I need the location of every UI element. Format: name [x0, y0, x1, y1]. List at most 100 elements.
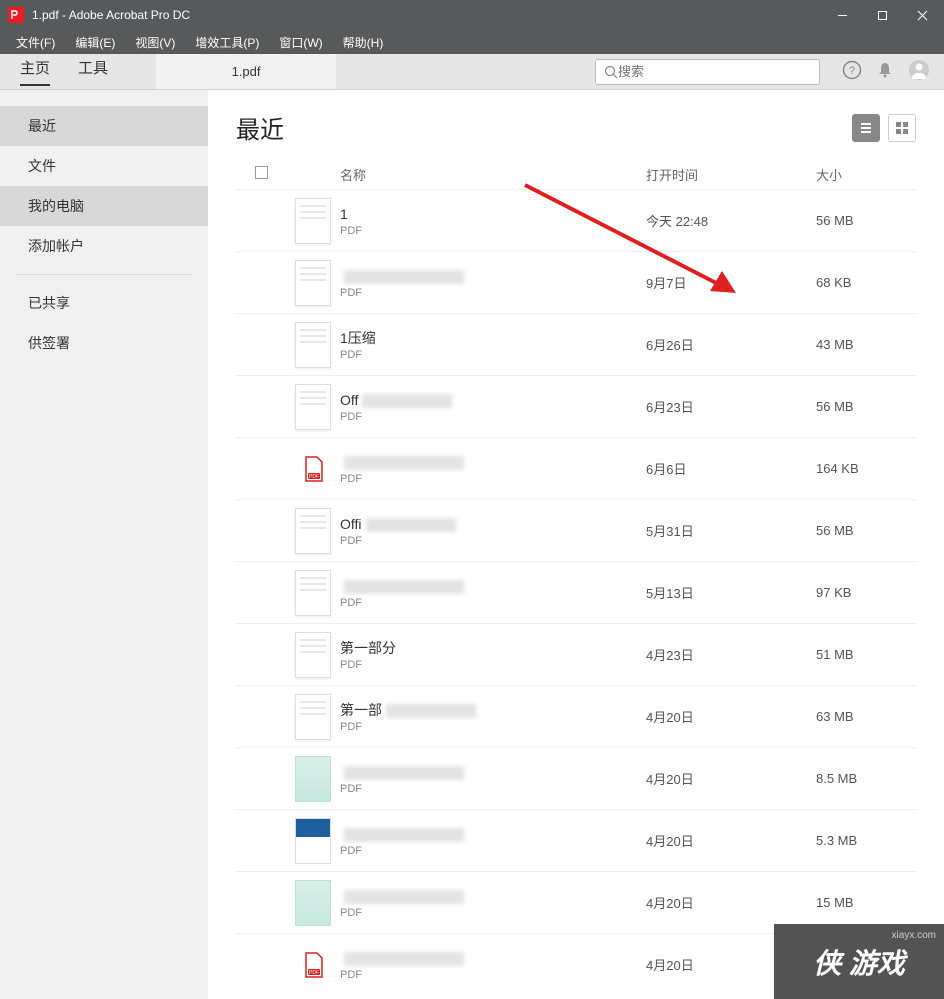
search-icon [604, 65, 618, 79]
file-date: 6月23日 [646, 397, 816, 416]
menu-edit[interactable]: 编辑(E) [65, 32, 125, 53]
file-type: PDF [340, 225, 646, 237]
tab-home[interactable]: 主页 [20, 57, 50, 86]
file-thumbnail [286, 632, 340, 678]
file-name: Offi [340, 515, 646, 533]
file-name: 第一部分 [340, 639, 646, 657]
watermark-text: 侠 游戏 [813, 942, 905, 982]
menu-view[interactable]: 视图(V) [125, 32, 185, 53]
menu-file[interactable]: 文件(F) [6, 32, 65, 53]
file-type: PDF [340, 659, 646, 671]
file-type: PDF [340, 411, 646, 423]
file-name [340, 763, 646, 781]
file-type: PDF [340, 349, 646, 361]
file-name: 1压缩 [340, 329, 646, 347]
menu-help[interactable]: 帮助(H) [333, 32, 394, 53]
file-name: 1 [340, 205, 646, 223]
main-title: 最近 [236, 110, 284, 145]
document-tab[interactable]: 1.pdf [156, 54, 336, 89]
file-type: PDF [340, 535, 646, 547]
watermark-url: xiayx.com [892, 930, 936, 941]
file-date: 4月20日 [646, 707, 816, 726]
file-type: PDF [340, 969, 646, 981]
file-thumbnail: PDF [286, 451, 340, 487]
file-thumbnail [286, 756, 340, 802]
svg-text:?: ? [849, 65, 855, 77]
file-size: 51 MB [816, 647, 916, 662]
file-row[interactable]: PDF9月7日68 KB [236, 251, 916, 313]
file-row[interactable]: 第一部分PDF4月23日51 MB [236, 623, 916, 685]
select-all-checkbox[interactable] [255, 166, 268, 179]
file-row[interactable]: OffiPDF5月31日56 MB [236, 499, 916, 561]
file-row[interactable]: 1PDF今天 22:4856 MB [236, 189, 916, 251]
sidebar-item-sign[interactable]: 供签署 [0, 323, 208, 363]
file-row[interactable]: PDF4月20日8.5 MB [236, 747, 916, 809]
file-date: 今天 22:48 [646, 211, 816, 230]
file-thumbnail [286, 384, 340, 430]
file-type: PDF [340, 783, 646, 795]
file-list: 1PDF今天 22:4856 MBPDF9月7日68 KB1压缩PDF6月26日… [236, 189, 916, 988]
watermark: xiayx.com 侠 游戏 [774, 924, 944, 999]
file-date: 6月26日 [646, 335, 816, 354]
menu-plugins[interactable]: 增效工具(P) [185, 32, 269, 53]
file-row[interactable]: PDF4月20日5.3 MB [236, 809, 916, 871]
help-icon[interactable]: ? [842, 60, 862, 83]
svg-text:PDF: PDF [309, 474, 319, 480]
window-title: 1.pdf - Adobe Acrobat Pro DC [32, 8, 822, 22]
app-icon [8, 7, 24, 23]
file-type: PDF [340, 287, 646, 299]
file-size: 56 MB [816, 399, 916, 414]
file-size: 68 KB [816, 275, 916, 290]
user-icon[interactable] [908, 59, 930, 84]
file-thumbnail [286, 880, 340, 926]
file-size: 8.5 MB [816, 771, 916, 786]
sidebar-item-mycomputer[interactable]: 我的电脑 [0, 186, 208, 226]
sidebar-item-recent[interactable]: 最近 [0, 106, 208, 146]
window-titlebar: 1.pdf - Adobe Acrobat Pro DC [0, 0, 944, 30]
list-view-button[interactable] [852, 114, 880, 142]
file-type: PDF [340, 907, 646, 919]
search-input[interactable] [618, 64, 811, 79]
file-thumbnail [286, 260, 340, 306]
file-size: 43 MB [816, 337, 916, 352]
file-row[interactable]: PDF5月13日97 KB [236, 561, 916, 623]
minimize-button[interactable] [822, 1, 862, 29]
menu-bar: 文件(F) 编辑(E) 视图(V) 增效工具(P) 窗口(W) 帮助(H) [0, 30, 944, 54]
menu-window[interactable]: 窗口(W) [269, 32, 332, 53]
maximize-button[interactable] [862, 1, 902, 29]
svg-text:PDF: PDF [309, 970, 319, 976]
file-size: 164 KB [816, 461, 916, 476]
file-thumbnail [286, 818, 340, 864]
close-button[interactable] [902, 1, 942, 29]
file-name: 第一部 [340, 701, 646, 719]
file-date: 5月13日 [646, 583, 816, 602]
bell-icon[interactable] [876, 61, 894, 82]
file-date: 4月20日 [646, 769, 816, 788]
tab-tools[interactable]: 工具 [78, 57, 108, 86]
sidebar-item-shared[interactable]: 已共享 [0, 283, 208, 323]
file-thumbnail: PDF [286, 947, 340, 983]
file-name: Off [340, 391, 646, 409]
file-thumbnail [286, 570, 340, 616]
file-name [340, 267, 646, 285]
file-thumbnail [286, 694, 340, 740]
file-thumbnail [286, 322, 340, 368]
file-row[interactable]: Off PDF6月23日56 MB [236, 375, 916, 437]
column-name[interactable]: 名称 [340, 165, 646, 184]
column-date[interactable]: 打开时间 [646, 165, 816, 184]
sidebar-item-addaccount[interactable]: 添加帐户 [0, 226, 208, 266]
file-date: 4月20日 [646, 831, 816, 850]
file-name [340, 887, 646, 905]
content-area: 最近 文件 我的电脑 添加帐户 已共享 供签署 最近 名称 打开时间 大小 1 P… [0, 90, 944, 999]
grid-view-button[interactable] [888, 114, 916, 142]
file-type: PDF [340, 721, 646, 733]
file-type: PDF [340, 473, 646, 485]
column-size[interactable]: 大小 [816, 165, 916, 184]
search-box[interactable] [595, 59, 820, 85]
file-row[interactable]: PDFPDF6月6日164 KB [236, 437, 916, 499]
sidebar-item-files[interactable]: 文件 [0, 146, 208, 186]
file-row[interactable]: 1压缩 PDF6月26日43 MB [236, 313, 916, 375]
file-date: 5月31日 [646, 521, 816, 540]
file-row[interactable]: 第一部 PDF4月20日63 MB [236, 685, 916, 747]
file-size: 63 MB [816, 709, 916, 724]
